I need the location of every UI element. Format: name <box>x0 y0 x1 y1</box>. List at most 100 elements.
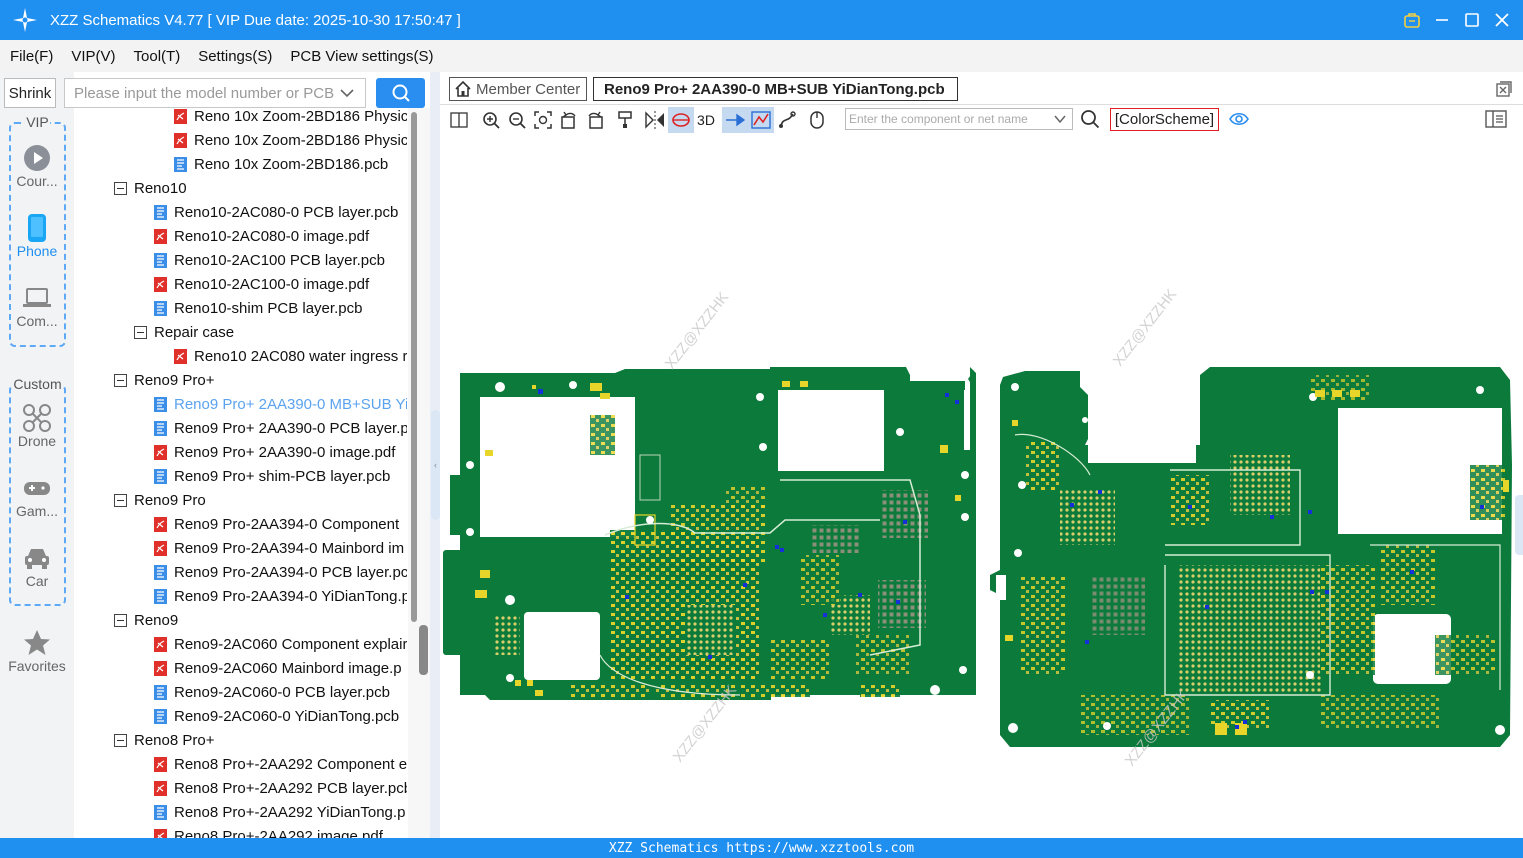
right-panel-handle[interactable] <box>1515 495 1523 555</box>
tree-file[interactable]: Reno9-2AC060 Component explair <box>154 632 407 656</box>
tree-file[interactable]: Reno8 Pro+-2AA292 PCB layer.pcb <box>154 776 407 800</box>
mouse-mode-icon[interactable] <box>804 107 830 133</box>
rail-item-favorites[interactable]: Favorites <box>0 628 74 674</box>
tree-folder[interactable]: Reno9 <box>114 608 178 632</box>
chevron-down-icon[interactable] <box>1053 112 1067 126</box>
rail-item-phone[interactable]: Phone <box>0 213 74 259</box>
flip-board-icon[interactable] <box>668 107 694 133</box>
pcb-file-icon <box>154 564 167 580</box>
model-search-input[interactable]: Please input the model number or PCB <box>64 78 366 108</box>
pcb-file-icon <box>154 588 167 604</box>
collapse-toggle-icon[interactable] <box>114 373 127 387</box>
tree-item-label: Reno9 Pro+ 2AA390-0 PCB layer.p <box>174 419 407 437</box>
rail-item-car[interactable]: Car <box>0 543 74 589</box>
car-icon <box>22 543 52 573</box>
view-3d-button[interactable]: 3D <box>694 107 718 133</box>
tree-file[interactable]: Reno10-2AC080-0 image.pdf <box>154 224 369 248</box>
rotate-left-icon[interactable] <box>556 107 582 133</box>
collapse-sidebar-handle[interactable]: ‹ <box>431 410 440 520</box>
window-title: XZZ Schematics V4.77 [ VIP Due date: 202… <box>50 11 461 29</box>
menu-file[interactable]: File(F) <box>0 48 61 65</box>
side-panel-icon[interactable] <box>1485 110 1507 128</box>
chevron-down-icon[interactable] <box>339 84 355 102</box>
tree-item-label: Reno9-2AC060-0 PCB layer.pcb <box>174 683 390 701</box>
fit-view-icon[interactable] <box>530 107 556 133</box>
tree-file[interactable]: Reno8 Pro+-2AA292 image.pdf <box>154 824 383 838</box>
tree-item-label: Reno9 Pro+ 2AA390-0 MB+SUB Yi <box>174 395 407 413</box>
tree-file[interactable]: Reno9-2AC060 Mainbord image.p <box>154 656 402 680</box>
tab-member-center[interactable]: Member Center <box>449 77 587 101</box>
shrink-button[interactable]: Shrink <box>4 78 56 108</box>
tree-file[interactable]: Reno9 Pro+ 2AA390-0 MB+SUB Yi <box>154 392 407 416</box>
tree-file[interactable]: Reno 10x Zoom-2BD186 Physic <box>174 108 407 128</box>
probe-icon[interactable] <box>612 107 638 133</box>
collapse-toggle-icon[interactable] <box>114 613 127 627</box>
component-search-icon[interactable] <box>1080 109 1100 129</box>
tree-file[interactable]: Reno8 Pro+-2AA292 YiDianTong.p <box>154 800 405 824</box>
tree-file[interactable]: Reno 10x Zoom-2BD186 Physic <box>174 128 407 152</box>
tree-file[interactable]: Reno9 Pro-2AA394-0 YiDianTong.p <box>154 584 407 608</box>
rail-item-courses[interactable]: Cour... <box>0 143 74 189</box>
pcb-board-render[interactable]: XZZ@XZZHK XZZ@XZZHK XZZ@XZZHK XZZ@XZZHK <box>440 135 1523 838</box>
tree-file[interactable]: Reno9-2AC060-0 YiDianTong.pcb <box>154 704 399 728</box>
close-button[interactable] <box>1491 9 1513 31</box>
tree-file[interactable]: Reno10-2AC100 PCB layer.pcb <box>154 248 385 272</box>
tree-file[interactable]: Reno9 Pro-2AA394-0 PCB layer.pcl <box>154 560 407 584</box>
tree-file[interactable]: Reno10-shim PCB layer.pcb <box>154 296 362 320</box>
minimize-button[interactable] <box>1431 9 1453 31</box>
mirror-icon[interactable] <box>642 107 668 133</box>
tree-file[interactable]: Reno 10x Zoom-2BD186.pcb <box>174 152 388 176</box>
eye-icon[interactable] <box>1229 110 1249 128</box>
tree-file[interactable]: Reno9 Pro+ 2AA390-0 image.pdf <box>154 440 395 464</box>
status-bar: XZZ Schematics https://www.xzztools.com <box>0 838 1523 858</box>
menu-settings[interactable]: Settings(S) <box>188 48 280 65</box>
maximize-button[interactable] <box>1461 9 1483 31</box>
collapse-toggle-icon[interactable] <box>114 181 127 195</box>
menu-tool[interactable]: Tool(T) <box>124 48 189 65</box>
model-search-placeholder: Please input the model number or PCB <box>74 84 335 102</box>
vip-bag-icon[interactable] <box>1401 9 1423 31</box>
color-scheme-button[interactable]: [ColorScheme] <box>1110 108 1219 131</box>
rail-item-game[interactable]: Gam... <box>0 473 74 519</box>
search-button[interactable] <box>376 78 425 108</box>
sub-board <box>990 367 1512 747</box>
tree-file[interactable]: Reno10-2AC100-0 image.pdf <box>154 272 369 296</box>
pin-highlight-icon[interactable] <box>722 107 748 133</box>
pcb-canvas[interactable]: XZZ@XZZHK XZZ@XZZHK XZZ@XZZHK XZZ@XZZHK <box>440 135 1523 838</box>
menu-pcb-view-settings[interactable]: PCB View settings(S) <box>280 48 441 65</box>
component-search-input[interactable]: Enter the component or net name <box>845 108 1073 130</box>
tree-file[interactable]: Reno10 2AC080 water ingress ri <box>174 344 407 368</box>
menu-vip[interactable]: VIP(V) <box>61 48 123 65</box>
tree-folder[interactable]: Reno10 <box>114 176 187 200</box>
pdf-file-icon <box>154 780 167 796</box>
tree-folder[interactable]: Reno9 Pro <box>114 488 206 512</box>
pdf-file-icon <box>154 276 167 292</box>
tree-file[interactable]: Reno9 Pro-2AA394-0 Mainbord im <box>154 536 404 560</box>
trace-icon[interactable] <box>774 107 800 133</box>
tree-file[interactable]: Reno9 Pro+ shim-PCB layer.pcb <box>154 464 390 488</box>
tree-file[interactable]: Reno8 Pro+-2AA292 Component e <box>154 752 407 776</box>
tab-pcb-file[interactable]: Reno9 Pro+ 2AA390-0 MB+SUB YiDianTong.pc… <box>593 77 958 101</box>
close-tabs-icon[interactable] <box>1495 80 1513 98</box>
collapse-toggle-icon[interactable] <box>114 733 127 747</box>
tree-file[interactable]: Reno10-2AC080-0 PCB layer.pcb <box>154 200 398 224</box>
tree-scrollbar-thumb-alt[interactable] <box>419 625 428 675</box>
rail-item-drone[interactable]: Drone <box>0 403 74 449</box>
tree-folder[interactable]: Reno8 Pro+ <box>114 728 214 752</box>
rotate-right-icon[interactable] <box>582 107 608 133</box>
tree-file[interactable]: Reno9 Pro-2AA394-0 Component <box>154 512 399 536</box>
tree-file[interactable]: Reno9 Pro+ 2AA390-0 PCB layer.p <box>154 416 407 440</box>
zoom-in-icon[interactable] <box>478 107 504 133</box>
pcb-file-icon <box>154 252 167 268</box>
tree-folder[interactable]: Repair case <box>134 320 234 344</box>
split-view-icon[interactable] <box>446 107 472 133</box>
tree-file[interactable]: Reno9-2AC060-0 PCB layer.pcb <box>154 680 390 704</box>
tree-folder[interactable]: Reno9 Pro+ <box>114 368 214 392</box>
collapse-toggle-icon[interactable] <box>134 325 147 339</box>
play-icon <box>22 143 52 173</box>
collapse-toggle-icon[interactable] <box>114 493 127 507</box>
zoom-out-icon[interactable] <box>504 107 530 133</box>
net-highlight-icon[interactable] <box>748 107 774 133</box>
tree-scrollbar-thumb[interactable] <box>411 112 417 622</box>
rail-item-computer[interactable]: Com... <box>0 283 74 329</box>
